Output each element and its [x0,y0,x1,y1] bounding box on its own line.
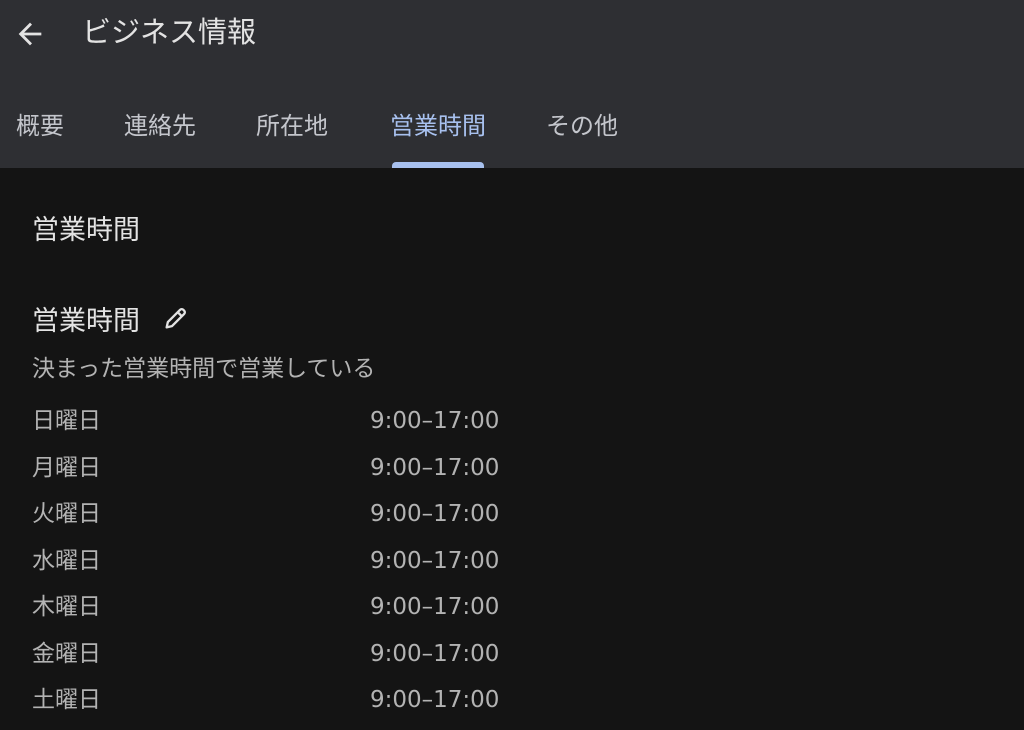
tab-more[interactable]: その他 [546,96,618,156]
hours-status-text: 決まった営業時間で営業している [32,356,376,382]
hours-row-wednesday: 水曜日 9:00–17:00 [32,542,632,589]
hours-row-friday: 金曜日 9:00–17:00 [32,635,632,682]
hours-value: 9:00–17:00 [370,501,500,527]
edit-hours-button[interactable] [160,302,192,334]
day-label: 金曜日 [32,640,101,667]
arrow-back-icon [18,22,42,46]
tab-location[interactable]: 所在地 [256,96,328,156]
hours-value: 9:00–17:00 [370,640,500,667]
day-label: 水曜日 [32,547,101,574]
hours-subheader: 営業時間 [32,299,192,337]
hours-row-monday: 月曜日 9:00–17:00 [32,449,632,496]
hours-value: 9:00–17:00 [370,594,500,620]
hours-row-sunday: 日曜日 9:00–17:00 [32,402,632,449]
tab-contact[interactable]: 連絡先 [124,96,196,156]
tab-bar: 概要 連絡先 所在地 営業時間 その他 [0,96,1024,168]
day-label: 火曜日 [32,501,101,527]
hours-subheader-title: 営業時間 [32,305,140,337]
hours-value: 9:00–17:00 [370,687,500,713]
hours-value: 9:00–17:00 [370,547,500,574]
page-title: ビジネス情報 [82,15,257,49]
active-tab-indicator [392,162,484,168]
pencil-icon [165,308,186,329]
tab-overview[interactable]: 概要 [16,96,64,156]
hours-row-tuesday: 火曜日 9:00–17:00 [32,495,632,542]
business-info-screen: ビジネス情報 概要 連絡先 所在地 営業時間 その他 営業時間 営業時間 決まっ… [0,0,1024,730]
day-label: 日曜日 [32,408,101,434]
hours-row-saturday: 土曜日 9:00–17:00 [32,681,632,728]
tab-business-hours[interactable]: 営業時間 [390,96,486,156]
app-bar: ビジネス情報 概要 連絡先 所在地 営業時間 その他 [0,0,1024,168]
day-label: 土曜日 [32,687,101,713]
hours-row-thursday: 木曜日 9:00–17:00 [32,588,632,635]
section-title: 営業時間 [32,215,140,246]
hours-list: 日曜日 9:00–17:00 月曜日 9:00–17:00 火曜日 9:00–1… [32,402,632,728]
day-label: 木曜日 [32,594,101,620]
day-label: 月曜日 [32,454,101,481]
back-button[interactable] [8,12,52,56]
hours-value: 9:00–17:00 [370,408,500,434]
hours-value: 9:00–17:00 [370,454,500,481]
